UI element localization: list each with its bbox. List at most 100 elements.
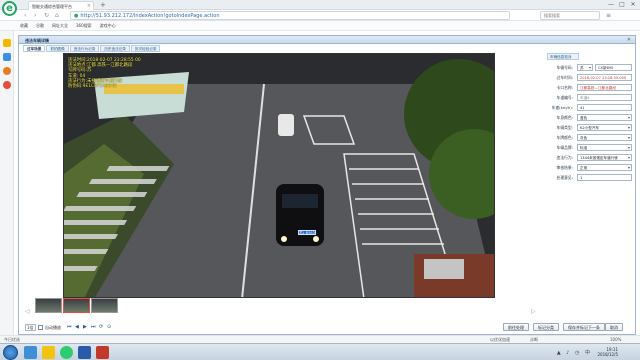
app-icon[interactable] bbox=[96, 346, 109, 359]
osd-line: 防伪码:9E1C8F5A9E4B bbox=[68, 84, 117, 90]
vehicle-info-form: 车辆信息校对 车辆号码: 苏 ▾ CX新690 过车时间: 2018-02-07 … bbox=[547, 53, 634, 223]
back-arrow-icon[interactable]: ‹ bbox=[24, 12, 26, 19]
chevron-right-icon[interactable]: ▷ bbox=[531, 308, 536, 315]
tab-violation-record[interactable]: 违法行为记录 bbox=[69, 45, 100, 52]
word-icon[interactable] bbox=[78, 346, 91, 359]
form-row-body-color: 车身颜色: 蓝色 ▾ bbox=[547, 113, 634, 121]
close-icon[interactable]: ✕ bbox=[627, 37, 631, 43]
home-icon[interactable]: ⌂ bbox=[55, 12, 59, 19]
zoom-icon[interactable]: ⊙ bbox=[107, 324, 111, 330]
chevron-left-icon[interactable]: ◁ bbox=[25, 308, 30, 315]
autoplay-label: 自动播放 bbox=[45, 325, 61, 330]
osd-overlay: 违法时间:2018-02-07 23:28:55 00 违法地点:江都 高铁—江… bbox=[68, 58, 141, 89]
violation-select[interactable]: 1344未按规定车道行驶 ▾ bbox=[577, 154, 632, 161]
form-row-time: 过车时间: 2018-02-07 23:28:55.000 bbox=[547, 73, 634, 81]
bookmark-item[interactable]: 谷歌 bbox=[36, 23, 44, 28]
body-color-select[interactable]: 蓝色 ▾ bbox=[577, 114, 632, 121]
thumbnail-strip bbox=[35, 298, 118, 313]
speed-select[interactable]: 1倍 bbox=[25, 324, 36, 331]
new-tab-button[interactable]: + bbox=[100, 1, 106, 9]
browser-tab[interactable]: 智能交通综合管理平台 × bbox=[28, 1, 94, 10]
vehicle-type-select[interactable]: K2小型汽车 ▾ bbox=[577, 124, 632, 131]
violation-label: 违法行为: bbox=[556, 155, 573, 160]
bookmark-item[interactable]: 网址大全 bbox=[52, 23, 68, 28]
plate-color-label: 车牌颜色: bbox=[556, 135, 573, 140]
tab-inspection-record[interactable]: 历次检验记录 bbox=[130, 45, 161, 52]
tab-captures[interactable]: 抓拍图像 bbox=[46, 45, 69, 52]
review-select[interactable]: 正常 ▾ bbox=[577, 164, 632, 171]
lane-label: 车道编号: bbox=[556, 95, 573, 100]
url-input[interactable]: ● http://51.93.212.172/IndexAction!gotoIn… bbox=[70, 11, 510, 20]
window-close-button[interactable]: ✕ bbox=[628, 1, 638, 8]
browser-tab-strip: e 智能交通综合管理平台 × + — □ ✕ bbox=[0, 0, 640, 16]
checkpoint-field: 江都高铁—江都北路段 bbox=[577, 84, 632, 91]
chevron-down-icon: ▾ bbox=[627, 115, 630, 120]
menu-icon[interactable]: ≡ bbox=[606, 12, 611, 19]
tab-scene[interactable]: 过车场景 bbox=[23, 45, 46, 52]
autoplay-checkbox[interactable] bbox=[38, 325, 43, 330]
plate-prefix-select[interactable]: 苏 ▾ bbox=[577, 64, 593, 71]
ie-icon[interactable] bbox=[24, 346, 37, 359]
rotate-icon[interactable]: ⟳ bbox=[99, 324, 103, 330]
bookmark-item[interactable]: 收藏 bbox=[20, 23, 28, 28]
maximize-button[interactable]: □ bbox=[617, 1, 627, 8]
capture-image[interactable]: 违法时间:2018-02-07 23:28:55 00 违法地点:江都 高铁—江… bbox=[63, 53, 495, 298]
tab-history-violations[interactable]: 历史违法记录 bbox=[100, 45, 130, 52]
plate-color-select[interactable]: 灰色 ▾ bbox=[577, 134, 632, 141]
remark-input[interactable]: 1 bbox=[577, 174, 632, 181]
tab-close-icon[interactable]: × bbox=[87, 3, 91, 9]
browser-status-bar: 今日优选 以优化加速 诊断 100% bbox=[0, 335, 640, 343]
license-plate: 苏L·B563 bbox=[298, 230, 316, 235]
plate-number-input[interactable]: CX新690 bbox=[595, 64, 632, 71]
bookmark-item[interactable]: 游戏中心 bbox=[100, 23, 116, 28]
weibo-icon[interactable] bbox=[3, 67, 11, 75]
form-row-brand: 车辆品牌: 标准 ▾ bbox=[547, 143, 634, 151]
first-frame-icon[interactable]: ⏮ bbox=[67, 324, 72, 330]
brand-value: 标准 bbox=[580, 146, 588, 150]
window-title: 违法车辆详情 ✕ bbox=[19, 36, 635, 44]
explorer-icon[interactable] bbox=[42, 346, 55, 359]
brand-select[interactable]: 标准 ▾ bbox=[577, 144, 632, 151]
url-text: http://51.93.212.172/IndexAction!gotoInd… bbox=[80, 13, 220, 19]
thumbnail[interactable] bbox=[91, 298, 118, 313]
plate-prefix-value: 苏 bbox=[580, 66, 584, 70]
form-row-review: 审核结果: 正常 ▾ bbox=[547, 163, 634, 171]
thumbnail-selected[interactable] bbox=[63, 298, 90, 313]
tray-icons[interactable]: ▲ ♪ ◷ 中 bbox=[557, 349, 592, 356]
browser-logo-icon[interactable]: e bbox=[2, 1, 17, 16]
browser360-icon[interactable] bbox=[60, 346, 73, 359]
body-color-label: 车身颜色: bbox=[556, 115, 573, 120]
form-header-tab[interactable]: 车辆信息校对 bbox=[547, 53, 579, 60]
plate-label: 车辆号码: bbox=[556, 65, 573, 70]
bookmark-item[interactable]: 360搜索 bbox=[76, 23, 92, 28]
form-row-remark: 处理意见: 1 bbox=[547, 173, 634, 181]
vehicle-type-label: 车辆类型: bbox=[556, 125, 573, 130]
zoom-level[interactable]: 100% bbox=[610, 337, 621, 342]
vehicle-type-value: K2小型汽车 bbox=[580, 126, 600, 130]
street-scene bbox=[64, 54, 494, 297]
favorites-icon[interactable] bbox=[3, 39, 11, 47]
cancel-button[interactable]: 取消 bbox=[605, 323, 623, 331]
game-icon[interactable] bbox=[3, 81, 11, 89]
refresh-icon[interactable]: ↻ bbox=[44, 12, 49, 19]
thumbnail[interactable] bbox=[35, 298, 62, 313]
chevron-down-icon: ▾ bbox=[627, 165, 630, 170]
last-frame-icon[interactable]: ⏭ bbox=[91, 324, 96, 330]
go-process-button[interactable]: 前往处理 bbox=[503, 323, 529, 331]
search-input[interactable]: 搜索搜索 bbox=[540, 11, 600, 20]
chevron-down-icon: ▾ bbox=[627, 155, 630, 160]
prev-frame-icon[interactable]: ◀ bbox=[75, 324, 79, 330]
mail-icon[interactable] bbox=[3, 53, 11, 61]
play-icon[interactable]: ▶ bbox=[83, 324, 87, 330]
start-button[interactable] bbox=[3, 345, 18, 360]
violation-value: 1344未按规定车道行驶 bbox=[580, 156, 618, 160]
chevron-down-icon: ▾ bbox=[588, 65, 591, 70]
form-row-vehicle-type: 车辆类型: K2小型汽车 ▾ bbox=[547, 123, 634, 131]
forward-arrow-icon[interactable]: › bbox=[34, 12, 36, 19]
clock[interactable]: 19:11 2018/12/5 bbox=[597, 347, 618, 357]
save-next-button[interactable]: 保存并标记下一条 bbox=[563, 323, 605, 331]
minimize-button[interactable]: — bbox=[606, 1, 616, 8]
bookmarks-bar: 收藏 谷歌 网址大全 360搜索 游戏中心 bbox=[0, 21, 640, 31]
speed-input[interactable]: 41 bbox=[577, 104, 632, 111]
mark-category-button[interactable]: 标记分类 bbox=[533, 323, 559, 331]
